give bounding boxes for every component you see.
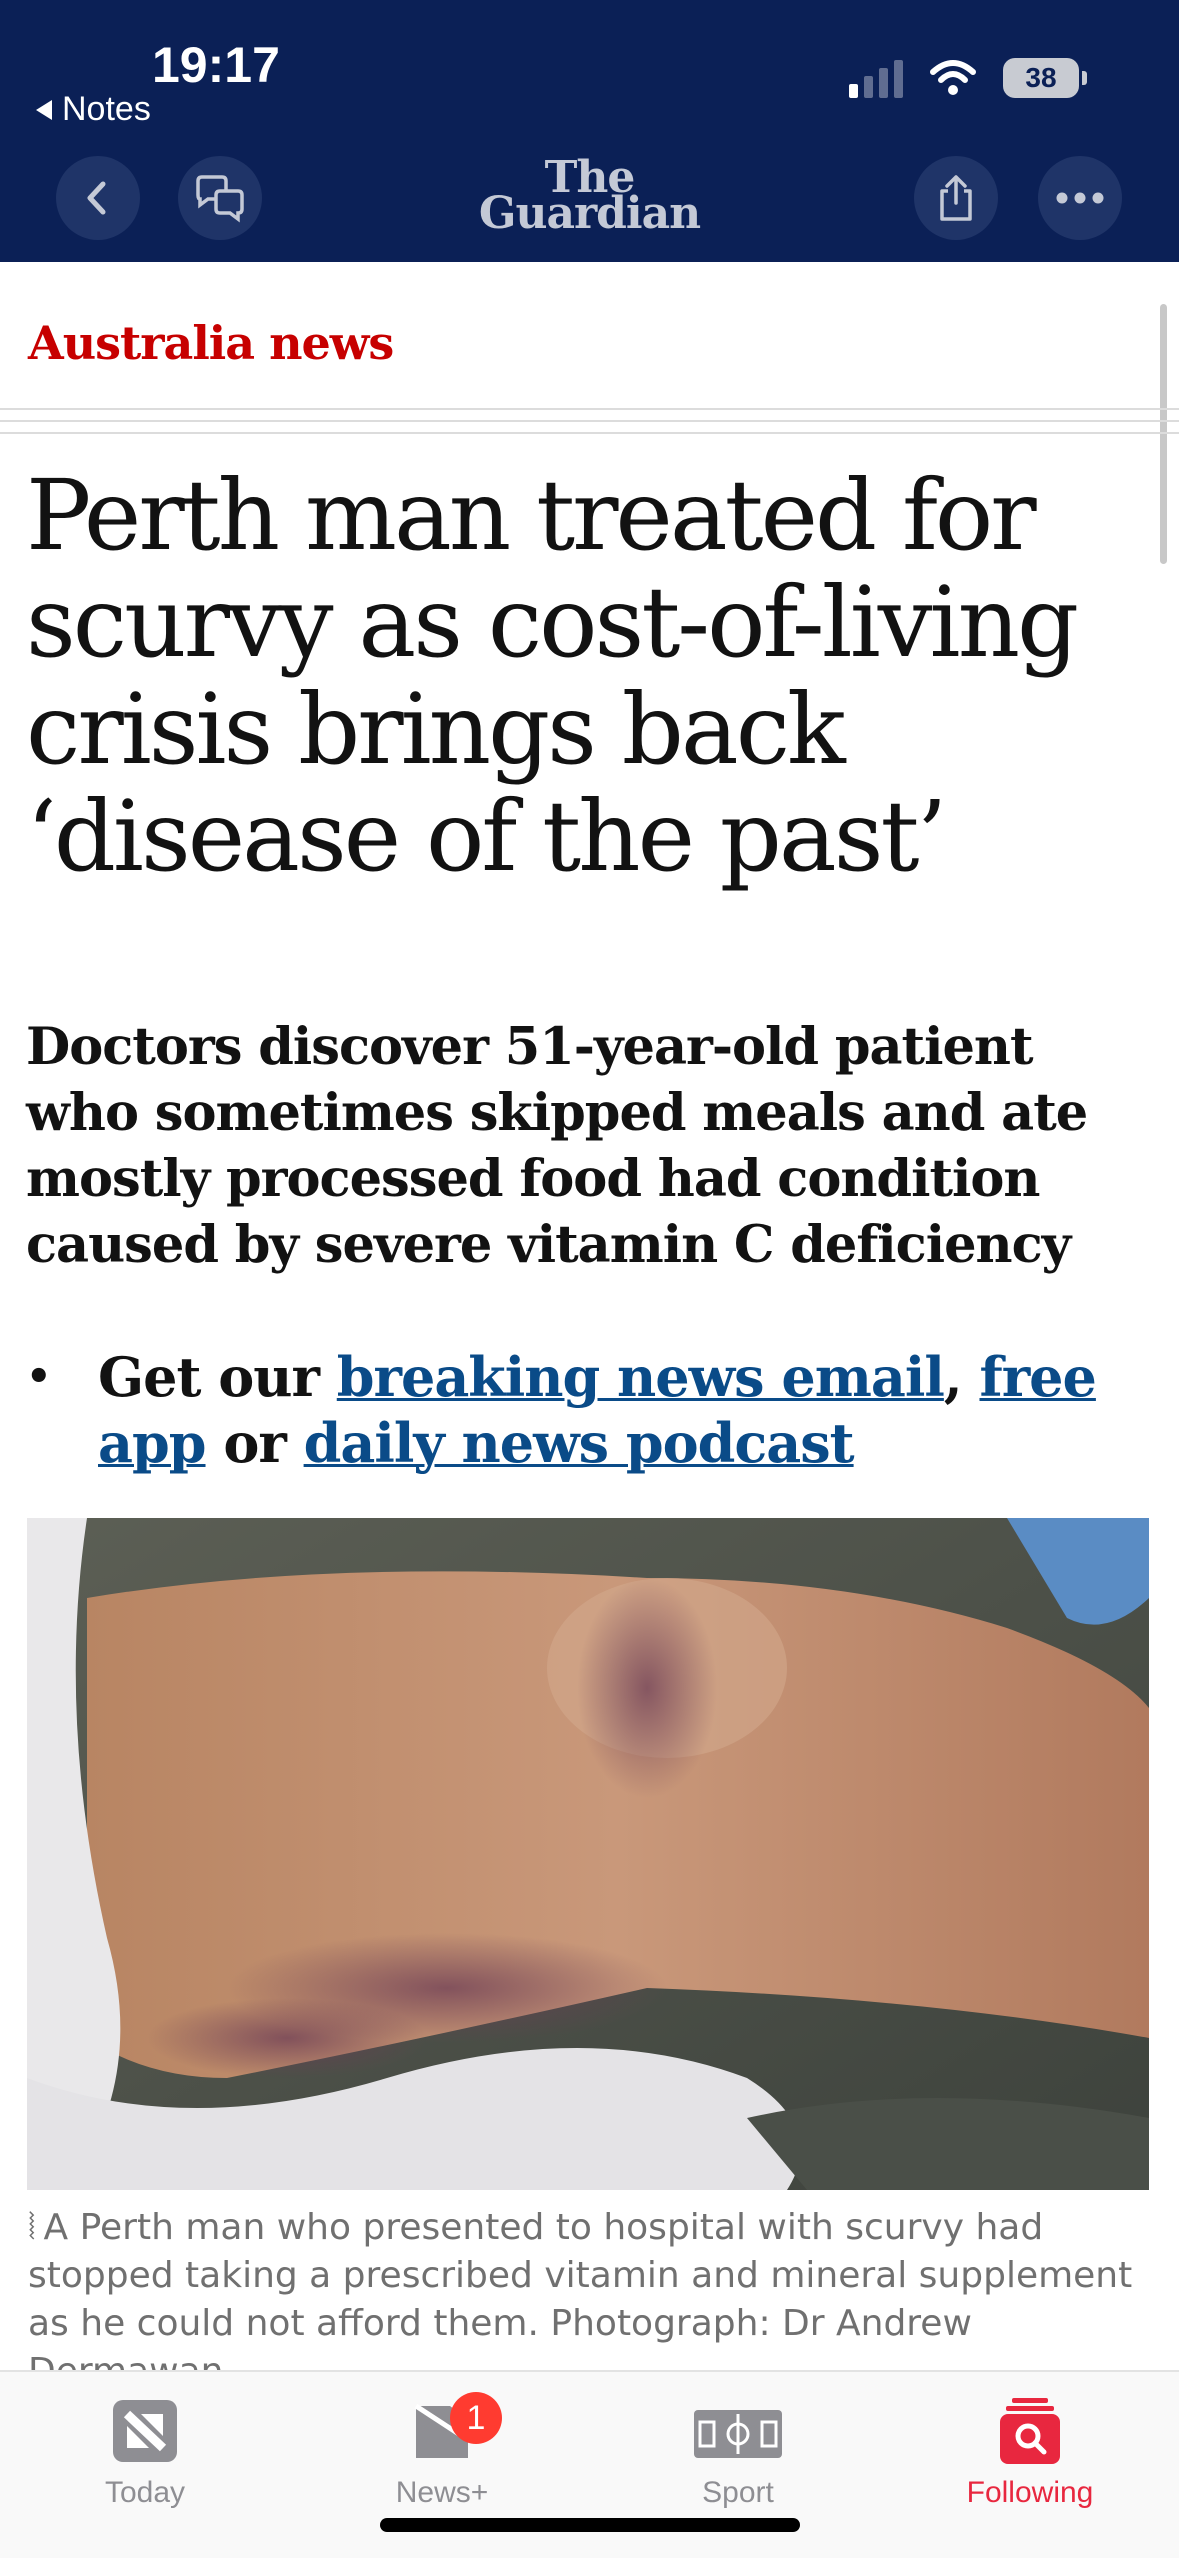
app-header: 19:17 Notes 38 The Guardian: [0, 0, 1179, 262]
more-dots-icon: [1056, 192, 1104, 204]
promo-text: Get our breaking news email, free app or…: [98, 1344, 1158, 1476]
share-icon: [940, 175, 972, 221]
divider: [0, 432, 1179, 434]
photo-caption: ⦚ A Perth man who presented to hospital w…: [28, 2204, 1158, 2396]
back-triangle-icon: [36, 99, 52, 120]
battery-indicator: 38: [1003, 58, 1087, 98]
leg-photo-illustration: [27, 1518, 1149, 2190]
tab-following[interactable]: Following: [930, 2396, 1130, 2510]
cellular-signal-icon: [849, 58, 903, 98]
news-logo-icon: [113, 2400, 177, 2462]
caption-camera-icon: ⦚: [28, 2207, 36, 2248]
sport-field-icon: [694, 2410, 782, 2458]
following-search-icon: [1000, 2398, 1060, 2464]
scrollbar[interactable]: [1160, 304, 1167, 564]
breaking-news-email-link[interactable]: breaking news email: [337, 1345, 945, 1409]
divider: [0, 420, 1179, 422]
promo-sep-1: ,: [943, 1345, 980, 1409]
article-standfirst: Doctors discover 51-year-old patient who…: [26, 1017, 1088, 1275]
notification-badge: 1: [450, 2392, 502, 2444]
more-options-button[interactable]: [1038, 156, 1122, 240]
status-time: 19:17: [152, 37, 280, 93]
caption-text: A Perth man who presented to hospital wi…: [28, 2207, 1133, 2392]
tab-today[interactable]: Today: [45, 2396, 245, 2510]
wifi-icon: [930, 60, 976, 95]
guardian-logo: The Guardian: [0, 156, 1179, 239]
tab-sport[interactable]: Sport: [638, 2396, 838, 2510]
tab-label: Following: [966, 2476, 1094, 2509]
tab-label: Sport: [702, 2476, 774, 2509]
tab-news-plus[interactable]: 1 News+: [342, 2392, 542, 2510]
promo-prefix: Get our: [98, 1345, 337, 1409]
home-indicator[interactable]: [380, 2518, 800, 2532]
section-label[interactable]: Australia news: [28, 316, 394, 370]
daily-news-podcast-link[interactable]: daily news podcast: [304, 1411, 855, 1475]
article-headline: Perth man treated for scurvy as cost-of-…: [26, 459, 1079, 893]
share-button[interactable]: [914, 156, 998, 240]
article-photo[interactable]: [27, 1518, 1149, 2190]
bullet-dot: •: [26, 1353, 52, 1400]
promo-sep-2: or: [205, 1411, 304, 1475]
status-indicators: 38: [849, 58, 1087, 98]
brand-line-2: Guardian: [478, 188, 701, 239]
tab-label: News+: [395, 2476, 489, 2509]
back-app-label: Notes: [62, 90, 151, 128]
back-to-app-link[interactable]: Notes: [36, 90, 151, 129]
divider: [0, 408, 1179, 410]
tab-label: Today: [104, 2476, 186, 2509]
